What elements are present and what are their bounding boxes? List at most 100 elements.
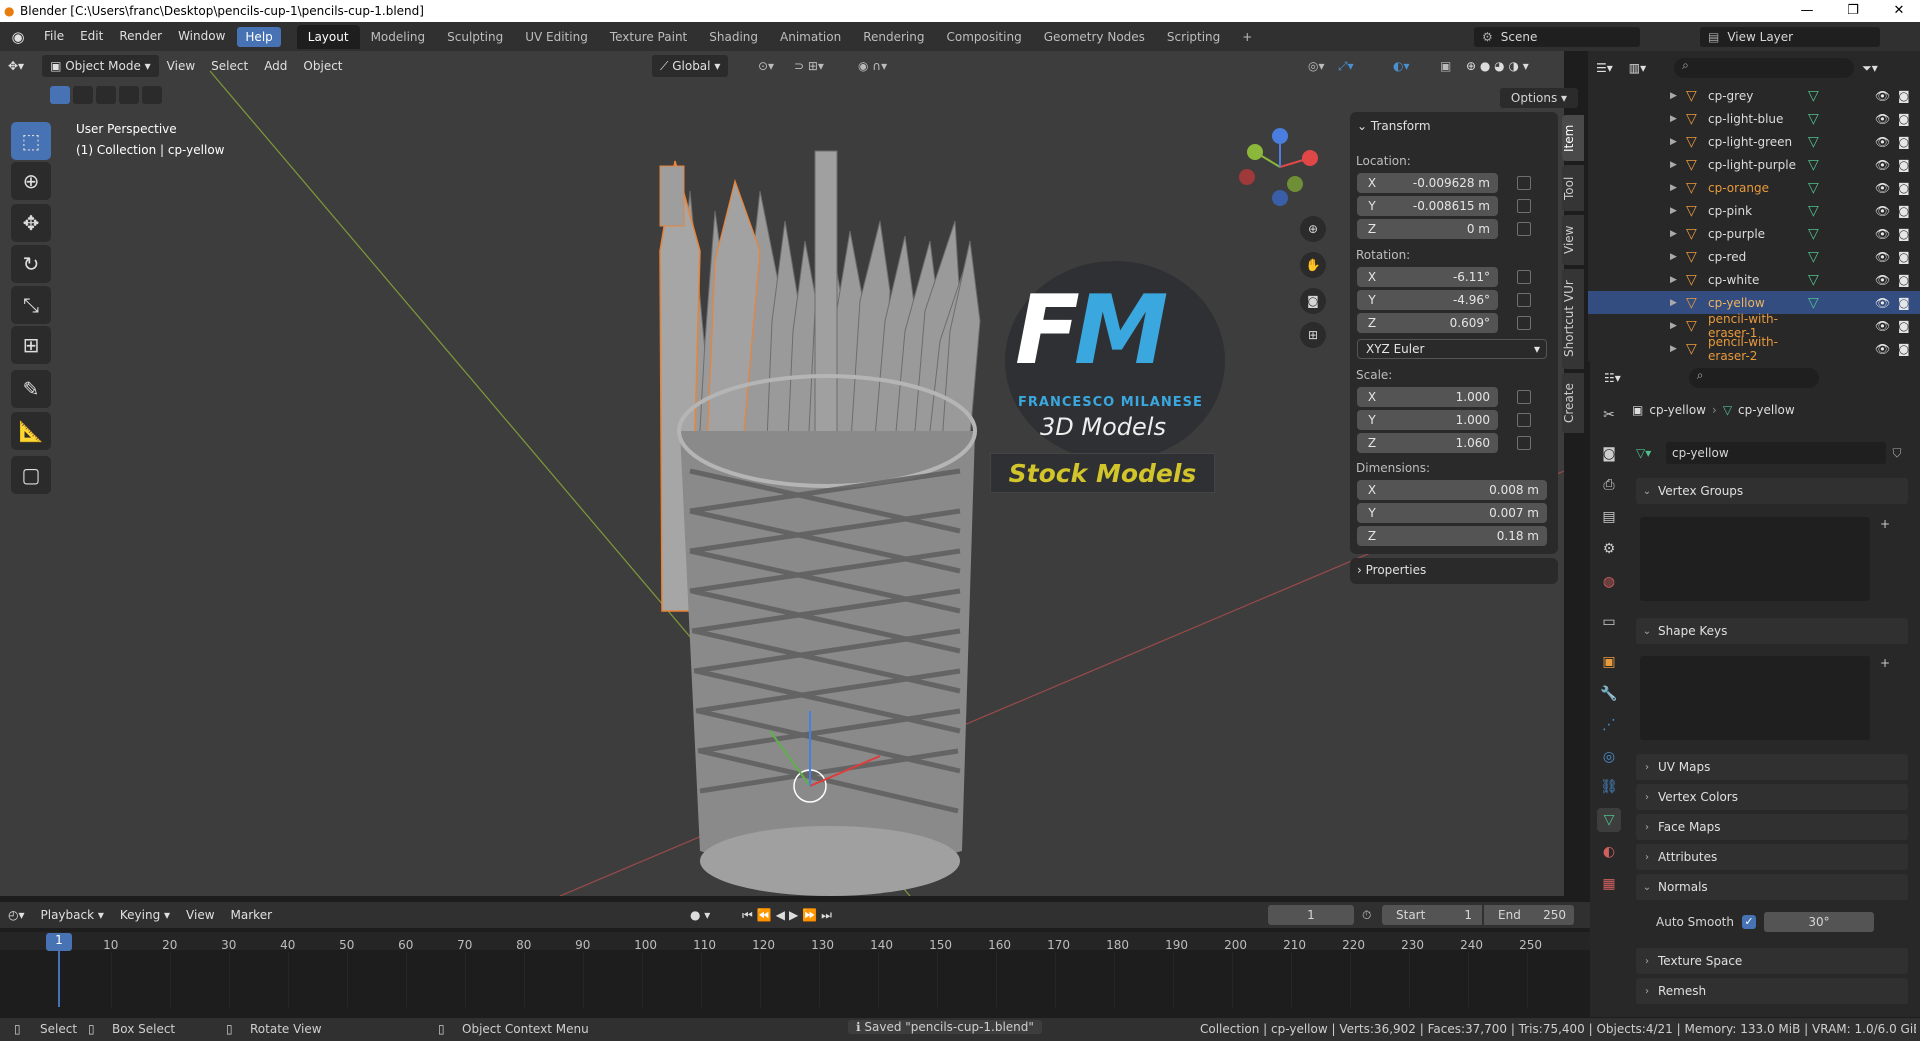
dimensions-x-field[interactable]: X 0.008 m [1357,480,1547,500]
record-icon[interactable]: ● ▾ [690,908,710,922]
properties-tab-collection-icon[interactable]: ▭ [1597,610,1621,634]
visibility-eye-icon[interactable]: 👁 [1875,204,1890,218]
properties-subpanel[interactable]: › Properties [1357,563,1426,577]
tab-uv-editing[interactable]: UV Editing [514,25,599,49]
keying-menu[interactable]: Keying ▾ [112,904,178,926]
tab-sculpting[interactable]: Sculpting [436,25,514,49]
expand-arrow-icon[interactable]: ▶ [1670,183,1686,193]
properties-editor-icon[interactable]: ☷▾ [1596,367,1629,389]
tab-layout[interactable]: Layout [296,24,360,49]
render-camera-icon[interactable]: ◙ [1898,204,1910,218]
filter-icon[interactable]: ⏷▾ [1854,57,1886,79]
start-frame-field[interactable]: Start 1 [1382,905,1482,925]
marker-menu[interactable]: Marker [223,904,280,926]
select-box-tool-icon[interactable]: ⬚ [11,122,51,160]
mesh-data-icon[interactable]: ▽ [1808,295,1819,311]
expand-arrow-icon[interactable]: ▶ [1670,275,1686,285]
visibility-eye-icon[interactable]: 👁 [1875,273,1890,287]
lock-icon[interactable] [1517,222,1531,236]
outliner-row[interactable]: ▶ ▽ pencil-with-eraser-2 👁 ◙ [1588,335,1920,363]
expand-arrow-icon[interactable]: ▶ [1670,160,1686,170]
properties-tab-view-layer-icon[interactable]: ▤ [1597,505,1621,529]
properties-tab-tool-icon[interactable]: ✂ [1597,403,1621,427]
properties-tab-object-icon[interactable]: ▣ [1597,650,1621,674]
mesh-data-icon[interactable]: ▽ [1808,88,1819,104]
timeline-editor-type-icon[interactable]: ◴▾ [0,904,33,926]
lock-icon[interactable] [1517,199,1531,213]
lock-icon[interactable] [1517,436,1531,450]
expand-arrow-icon[interactable]: ▶ [1670,344,1686,354]
render-camera-icon[interactable]: ◙ [1898,319,1910,333]
properties-tab-physics-icon[interactable]: ◎ [1597,745,1621,769]
mode-selector[interactable]: ▣ Object Mode ▾ [42,55,159,77]
render-camera-icon[interactable]: ◙ [1898,135,1910,149]
outliner-row[interactable]: ▶ ▽ cp-purple ▽ 👁 ◙ [1588,222,1920,245]
3d-viewport[interactable]: FM FRANCESCO MILANESE 3D Models Stock Mo… [0,51,1564,896]
select-invert-icon[interactable] [119,86,139,104]
properties-tab-material-icon[interactable]: ◐ [1597,840,1621,864]
select-new-icon[interactable] [50,86,70,104]
dimensions-z-field[interactable]: Z 0.18 m [1357,526,1547,546]
properties-tab-texture-icon[interactable]: ▦ [1597,872,1621,896]
auto-smooth-checkbox[interactable]: ✓ [1741,915,1756,929]
tab-tool[interactable]: Tool [1562,165,1584,211]
orientation-selector[interactable]: ⟋ Global ▾ [652,55,729,77]
lock-icon[interactable] [1517,413,1531,427]
rotation-x-field[interactable]: X -6.11° [1357,267,1498,287]
properties-tab-modifier-icon[interactable]: 🔧 [1597,682,1621,706]
render-camera-icon[interactable]: ◙ [1898,273,1910,287]
playback-controls-icon[interactable]: ⏮⏪◀▶⏩⏭ [742,908,836,923]
expand-arrow-icon[interactable]: ▶ [1670,137,1686,147]
maximize-button[interactable]: ❐ [1830,0,1876,22]
add-shape-key-button[interactable]: + [1880,656,1890,670]
visibility-eye-icon[interactable]: 👁 [1875,89,1890,103]
outliner-row[interactable]: ▶ ▽ cp-red ▽ 👁 ◙ [1588,245,1920,268]
mesh-data-icon[interactable]: ▽ [1808,134,1819,150]
select-intersect-icon[interactable] [142,86,162,104]
rotation-y-field[interactable]: Y -4.96° [1357,290,1498,310]
select-subtract-icon[interactable] [96,86,116,104]
visibility-eye-icon[interactable]: 👁 [1875,181,1890,195]
navigation-gizmo[interactable] [1235,122,1325,212]
properties-tab-world-icon[interactable]: ◍ [1597,570,1621,594]
outliner-editor-icon[interactable]: ☰▾ [1588,57,1621,79]
add-vertex-group-button[interactable]: + [1880,517,1890,531]
panel-uv-maps[interactable]: › UV Maps [1636,754,1908,780]
rotation-mode-select[interactable]: XYZ Euler ▾ [1357,339,1547,359]
expand-arrow-icon[interactable]: ▶ [1670,252,1686,262]
editor-type-icon[interactable]: ✥▾ [0,55,32,77]
dimensions-y-field[interactable]: Y 0.007 m [1357,503,1547,523]
visibility-eye-icon[interactable]: 👁 [1875,296,1890,310]
scale-tool-icon[interactable]: ⤡ [11,286,51,324]
select-mode-buttons[interactable] [50,86,162,104]
close-button[interactable]: ✕ [1876,0,1920,22]
display-mode-icon[interactable]: ▥▾ [1621,57,1654,79]
annotate-tool-icon[interactable]: ✎ [11,370,51,408]
render-camera-icon[interactable]: ◙ [1898,158,1910,172]
panel-attributes[interactable]: › Attributes [1636,844,1908,870]
tab-scripting[interactable]: Scripting [1156,25,1231,49]
tab-create[interactable]: Create [1562,373,1584,433]
mesh-data-name[interactable]: cp-yellow [1666,442,1886,464]
outliner-row[interactable]: ▶ ▽ cp-grey ▽ 👁 ◙ [1588,84,1920,107]
expand-arrow-icon[interactable]: ▶ [1670,298,1686,308]
outliner-search-input[interactable]: ⌕ [1674,58,1855,78]
scale-x-field[interactable]: X 1.000 [1357,387,1498,407]
xray-icon[interactable]: ▣ [1432,55,1459,77]
zoom-icon[interactable]: ⊕ [1300,216,1326,242]
pivot-icon[interactable]: ⊙▾ [750,55,782,77]
shading-modes[interactable]: ⊕ ● ◕ ◑ ▾ [1458,55,1537,77]
tab-shortcut-vur[interactable]: Shortcut VUr [1562,269,1584,369]
tab-item[interactable]: Item [1562,115,1584,161]
location-z-field[interactable]: Z0 m [1357,219,1498,239]
scale-z-field[interactable]: Z 1.060 [1357,433,1498,453]
visibility-eye-icon[interactable]: 👁 [1875,227,1890,241]
select-extend-icon[interactable] [73,86,93,104]
menu-help[interactable]: Help [237,26,281,47]
properties-tab-output-icon[interactable]: ⎙ [1597,473,1621,497]
outliner-row[interactable]: ▶ ▽ cp-white ▽ 👁 ◙ [1588,268,1920,291]
menu-edit[interactable]: Edit [72,22,111,51]
panel-shape-keys[interactable]: ⌄ Shape Keys [1636,618,1908,644]
visibility-eye-icon[interactable]: 👁 [1875,250,1890,264]
playhead-frame[interactable]: 1 [46,933,72,951]
